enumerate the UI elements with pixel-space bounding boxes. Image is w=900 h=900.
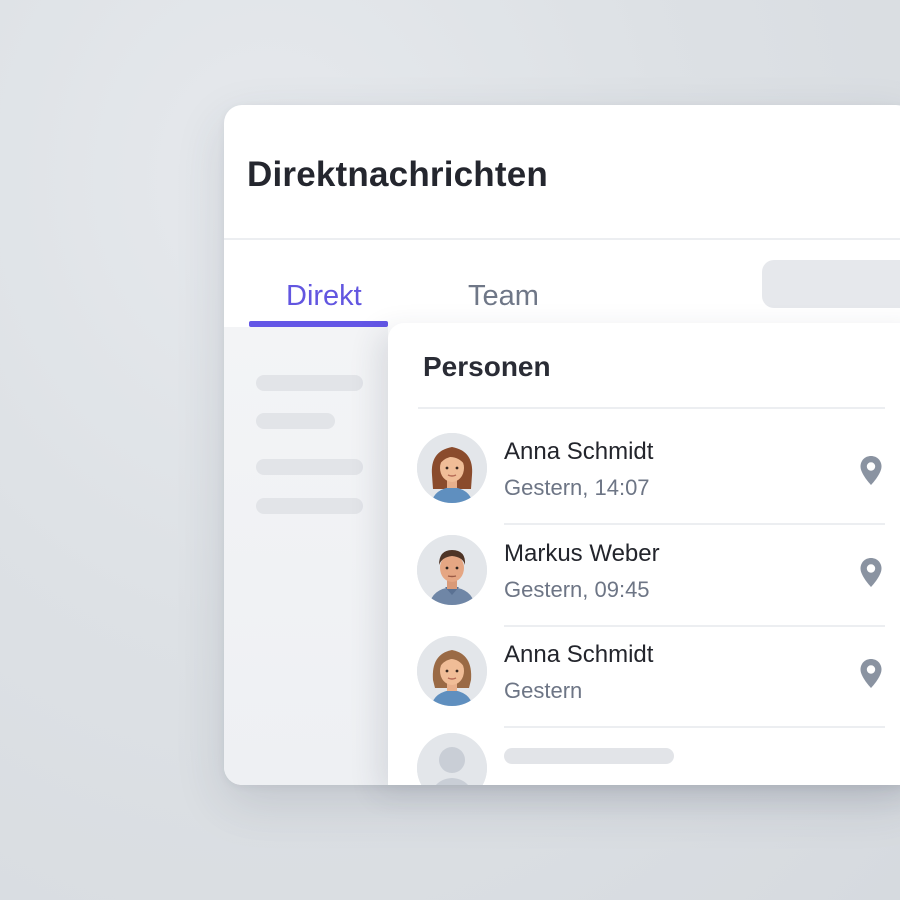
skeleton-line: [256, 413, 335, 429]
card-header: Direktnachrichten: [224, 105, 900, 240]
divider: [504, 625, 885, 627]
list-item[interactable]: Anna Schmidt Gestern: [388, 628, 898, 728]
location-pin-icon[interactable]: [859, 658, 883, 690]
sidebar-skeleton: [224, 327, 388, 785]
list-item[interactable]: Markus Weber Gestern, 09:45: [388, 527, 898, 627]
skeleton-line: [256, 375, 363, 391]
location-pin-icon[interactable]: [859, 455, 883, 487]
panel-title: Personen: [423, 351, 551, 382]
person-name: Anna Schmidt: [504, 438, 654, 465]
search-placeholder-bar[interactable]: [762, 260, 900, 308]
skeleton-line: [504, 748, 674, 764]
person-name: Anna Schmidt: [504, 641, 654, 668]
divider: [418, 407, 885, 409]
people-panel: Personen Anna Schmidt Gestern, 14:07 Mar…: [388, 323, 900, 785]
page-title: Direktnachrichten: [247, 155, 548, 194]
person-timestamp: Gestern, 14:07: [504, 475, 650, 500]
avatar: [417, 433, 487, 503]
divider: [504, 523, 885, 525]
tab-bar: Direkt Team: [224, 240, 900, 330]
location-pin-icon[interactable]: [859, 557, 883, 589]
person-timestamp: Gestern, 09:45: [504, 577, 650, 602]
person-name: Markus Weber: [504, 540, 660, 567]
avatar-placeholder: [417, 733, 487, 785]
tab-direkt[interactable]: Direkt: [286, 280, 362, 313]
skeleton-line: [256, 498, 363, 514]
list-item[interactable]: Anna Schmidt Gestern, 14:07: [388, 425, 898, 525]
tab-team[interactable]: Team: [468, 280, 539, 313]
avatar: [417, 535, 487, 605]
skeleton-line: [256, 459, 363, 475]
person-timestamp: Gestern: [504, 678, 583, 703]
avatar: [417, 636, 487, 706]
